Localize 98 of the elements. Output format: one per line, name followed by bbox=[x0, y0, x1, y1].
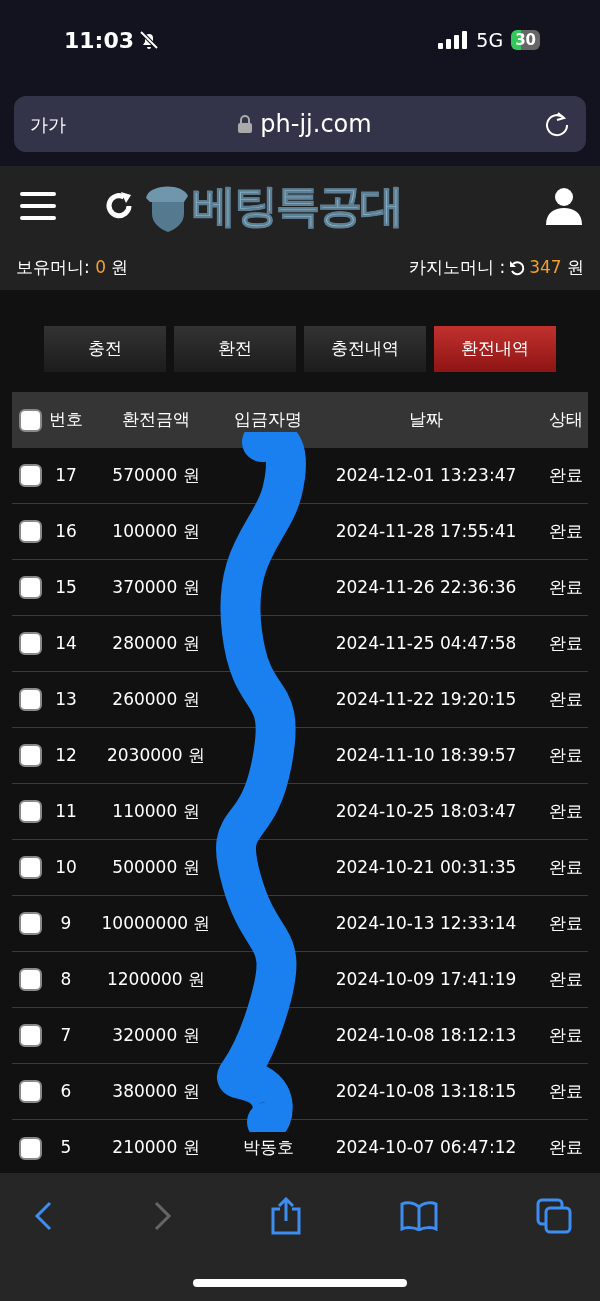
table-cell-text: 완료 bbox=[548, 911, 584, 935]
table-cell-text: 완료 bbox=[548, 575, 584, 599]
table-cell-text: 완료 bbox=[548, 967, 584, 991]
network-label: 5G bbox=[476, 27, 504, 53]
table-cell-text: 260000 원 bbox=[111, 687, 201, 711]
select-all-checkbox[interactable] bbox=[18, 408, 42, 432]
row-checkbox[interactable] bbox=[18, 688, 42, 711]
table-cell-text: 1200000 원 bbox=[105, 967, 207, 991]
menu-icon[interactable] bbox=[20, 191, 56, 221]
row-checkbox[interactable] bbox=[18, 912, 42, 935]
table-cell-text: 2024-10-08 18:12:13 bbox=[334, 1023, 518, 1047]
table-cell-text: 9 bbox=[59, 911, 73, 935]
row-checkbox[interactable] bbox=[18, 1136, 42, 1160]
table-cell-text: 8 bbox=[59, 967, 73, 991]
table-cell-text: 500000 원 bbox=[111, 855, 201, 879]
table-cell-text: 570000 원 bbox=[111, 463, 201, 487]
text-size-button[interactable]: 가가 bbox=[30, 110, 66, 138]
row-checkbox[interactable] bbox=[18, 856, 42, 879]
table-cell-text: 2024-10-21 00:31:35 bbox=[334, 855, 518, 879]
table-cell-text: 110000 원 bbox=[111, 799, 201, 823]
back-icon[interactable] bbox=[34, 1201, 54, 1231]
table-cell-text: 2024-10-13 12:33:14 bbox=[334, 911, 518, 935]
tab[interactable]: 환전 bbox=[174, 326, 296, 372]
table-cell-text: 2024-10-07 06:47:12 bbox=[334, 1136, 518, 1160]
table-cell-text: 박동호 bbox=[241, 1136, 295, 1160]
user-icon[interactable] bbox=[546, 187, 582, 225]
table-cell-text: 완료 bbox=[548, 519, 584, 543]
row-checkbox[interactable] bbox=[18, 464, 42, 487]
table-cell-text: 280000 원 bbox=[111, 631, 201, 655]
clock-time: 11:03 bbox=[64, 26, 135, 55]
row-checkbox[interactable] bbox=[18, 576, 42, 599]
refresh-icon[interactable] bbox=[509, 260, 526, 276]
table-cell-text: 100000 원 bbox=[111, 519, 201, 543]
table-cell-text: 2024-11-22 19:20:15 bbox=[334, 687, 518, 711]
table-cell-text: 15 bbox=[54, 575, 78, 599]
share-icon[interactable] bbox=[270, 1197, 302, 1235]
table-cell-text: 10000000 원 bbox=[100, 911, 212, 935]
row-checkbox[interactable] bbox=[18, 800, 42, 823]
table-cell-text: 7 bbox=[59, 1023, 73, 1047]
table-cell-text: 2024-11-28 17:55:41 bbox=[334, 519, 518, 543]
table-cell-text: 14 bbox=[54, 631, 78, 655]
row-checkbox[interactable] bbox=[18, 968, 42, 991]
table-cell-text: 12 bbox=[54, 743, 78, 767]
balance-text: 보유머니: 0 원 bbox=[16, 256, 129, 280]
table-cell-text: 완료 bbox=[548, 1136, 584, 1160]
table-cell-text: 2024-10-25 18:03:47 bbox=[334, 799, 518, 823]
casino-label: 카지노머니 : bbox=[409, 256, 506, 280]
table-cell-text: 370000 원 bbox=[111, 575, 201, 599]
table-cell-text: 2024-11-26 22:36:36 bbox=[334, 575, 518, 599]
table-cell-text: 5 bbox=[59, 1136, 73, 1160]
table-cell-text: 380000 원 bbox=[111, 1079, 201, 1103]
column-header: 입금자명 bbox=[233, 408, 303, 432]
table-cell-text: 2024-12-01 13:23:47 bbox=[334, 463, 518, 487]
tabs-icon[interactable] bbox=[536, 1198, 572, 1234]
table-cell-text: 2024-11-10 18:39:57 bbox=[334, 743, 518, 767]
table-cell-text: 2024-10-08 13:18:15 bbox=[334, 1079, 518, 1103]
signal-icon bbox=[438, 31, 469, 49]
forward-icon[interactable] bbox=[152, 1201, 172, 1231]
table-cell-text: 완료 bbox=[548, 631, 584, 655]
table-cell-text: 210000 원 bbox=[111, 1136, 201, 1160]
table-cell-text: 11 bbox=[54, 799, 78, 823]
row-checkbox[interactable] bbox=[18, 1024, 42, 1047]
table-cell-text: 2024-10-09 17:41:19 bbox=[334, 967, 518, 991]
tab[interactable]: 충전내역 bbox=[304, 326, 426, 372]
table-cell-text: 17 bbox=[54, 463, 78, 487]
refresh-icon[interactable] bbox=[104, 191, 134, 221]
column-header: 번호 bbox=[48, 408, 84, 432]
casino-amount: 347 원 bbox=[529, 256, 584, 280]
row-checkbox[interactable] bbox=[18, 632, 42, 655]
url-text: ph-jj.com bbox=[260, 109, 372, 140]
column-header: 날짜 bbox=[408, 408, 444, 432]
table-cell-text: 6 bbox=[59, 1079, 73, 1103]
table-cell-text: 13 bbox=[54, 687, 78, 711]
reload-icon[interactable] bbox=[544, 111, 570, 137]
column-header: 환전금액 bbox=[121, 408, 191, 432]
column-header: 상태 bbox=[548, 408, 584, 432]
table-cell-text: 완료 bbox=[548, 463, 584, 487]
table-cell-text: 완료 bbox=[548, 1023, 584, 1047]
tab[interactable]: 환전내역 bbox=[434, 326, 556, 372]
table-cell-text: 16 bbox=[54, 519, 78, 543]
tab[interactable]: 충전 bbox=[44, 326, 166, 372]
table-cell-text: 완료 bbox=[548, 687, 584, 711]
table-cell-text: 320000 원 bbox=[111, 1023, 201, 1047]
muted-bell-icon bbox=[138, 29, 161, 51]
table-cell-text: 10 bbox=[54, 855, 78, 879]
site-logo[interactable]: 베팅특공대 bbox=[192, 184, 402, 228]
bookmarks-icon[interactable] bbox=[400, 1201, 438, 1231]
table-cell-text: 완료 bbox=[548, 1079, 584, 1103]
table-cell-text: 2024-11-25 04:47:58 bbox=[334, 631, 518, 655]
row-checkbox[interactable] bbox=[18, 744, 42, 767]
table-cell-text: 완료 bbox=[548, 743, 584, 767]
lock-icon bbox=[238, 115, 253, 133]
address-bar[interactable]: 가가 ph-jj.com bbox=[14, 96, 586, 152]
table-cell-text: 2030000 원 bbox=[105, 743, 207, 767]
row-checkbox[interactable] bbox=[18, 1080, 42, 1103]
row-checkbox[interactable] bbox=[18, 520, 42, 543]
table-cell-text: 완료 bbox=[548, 855, 584, 879]
table-cell-text: 완료 bbox=[548, 799, 584, 823]
